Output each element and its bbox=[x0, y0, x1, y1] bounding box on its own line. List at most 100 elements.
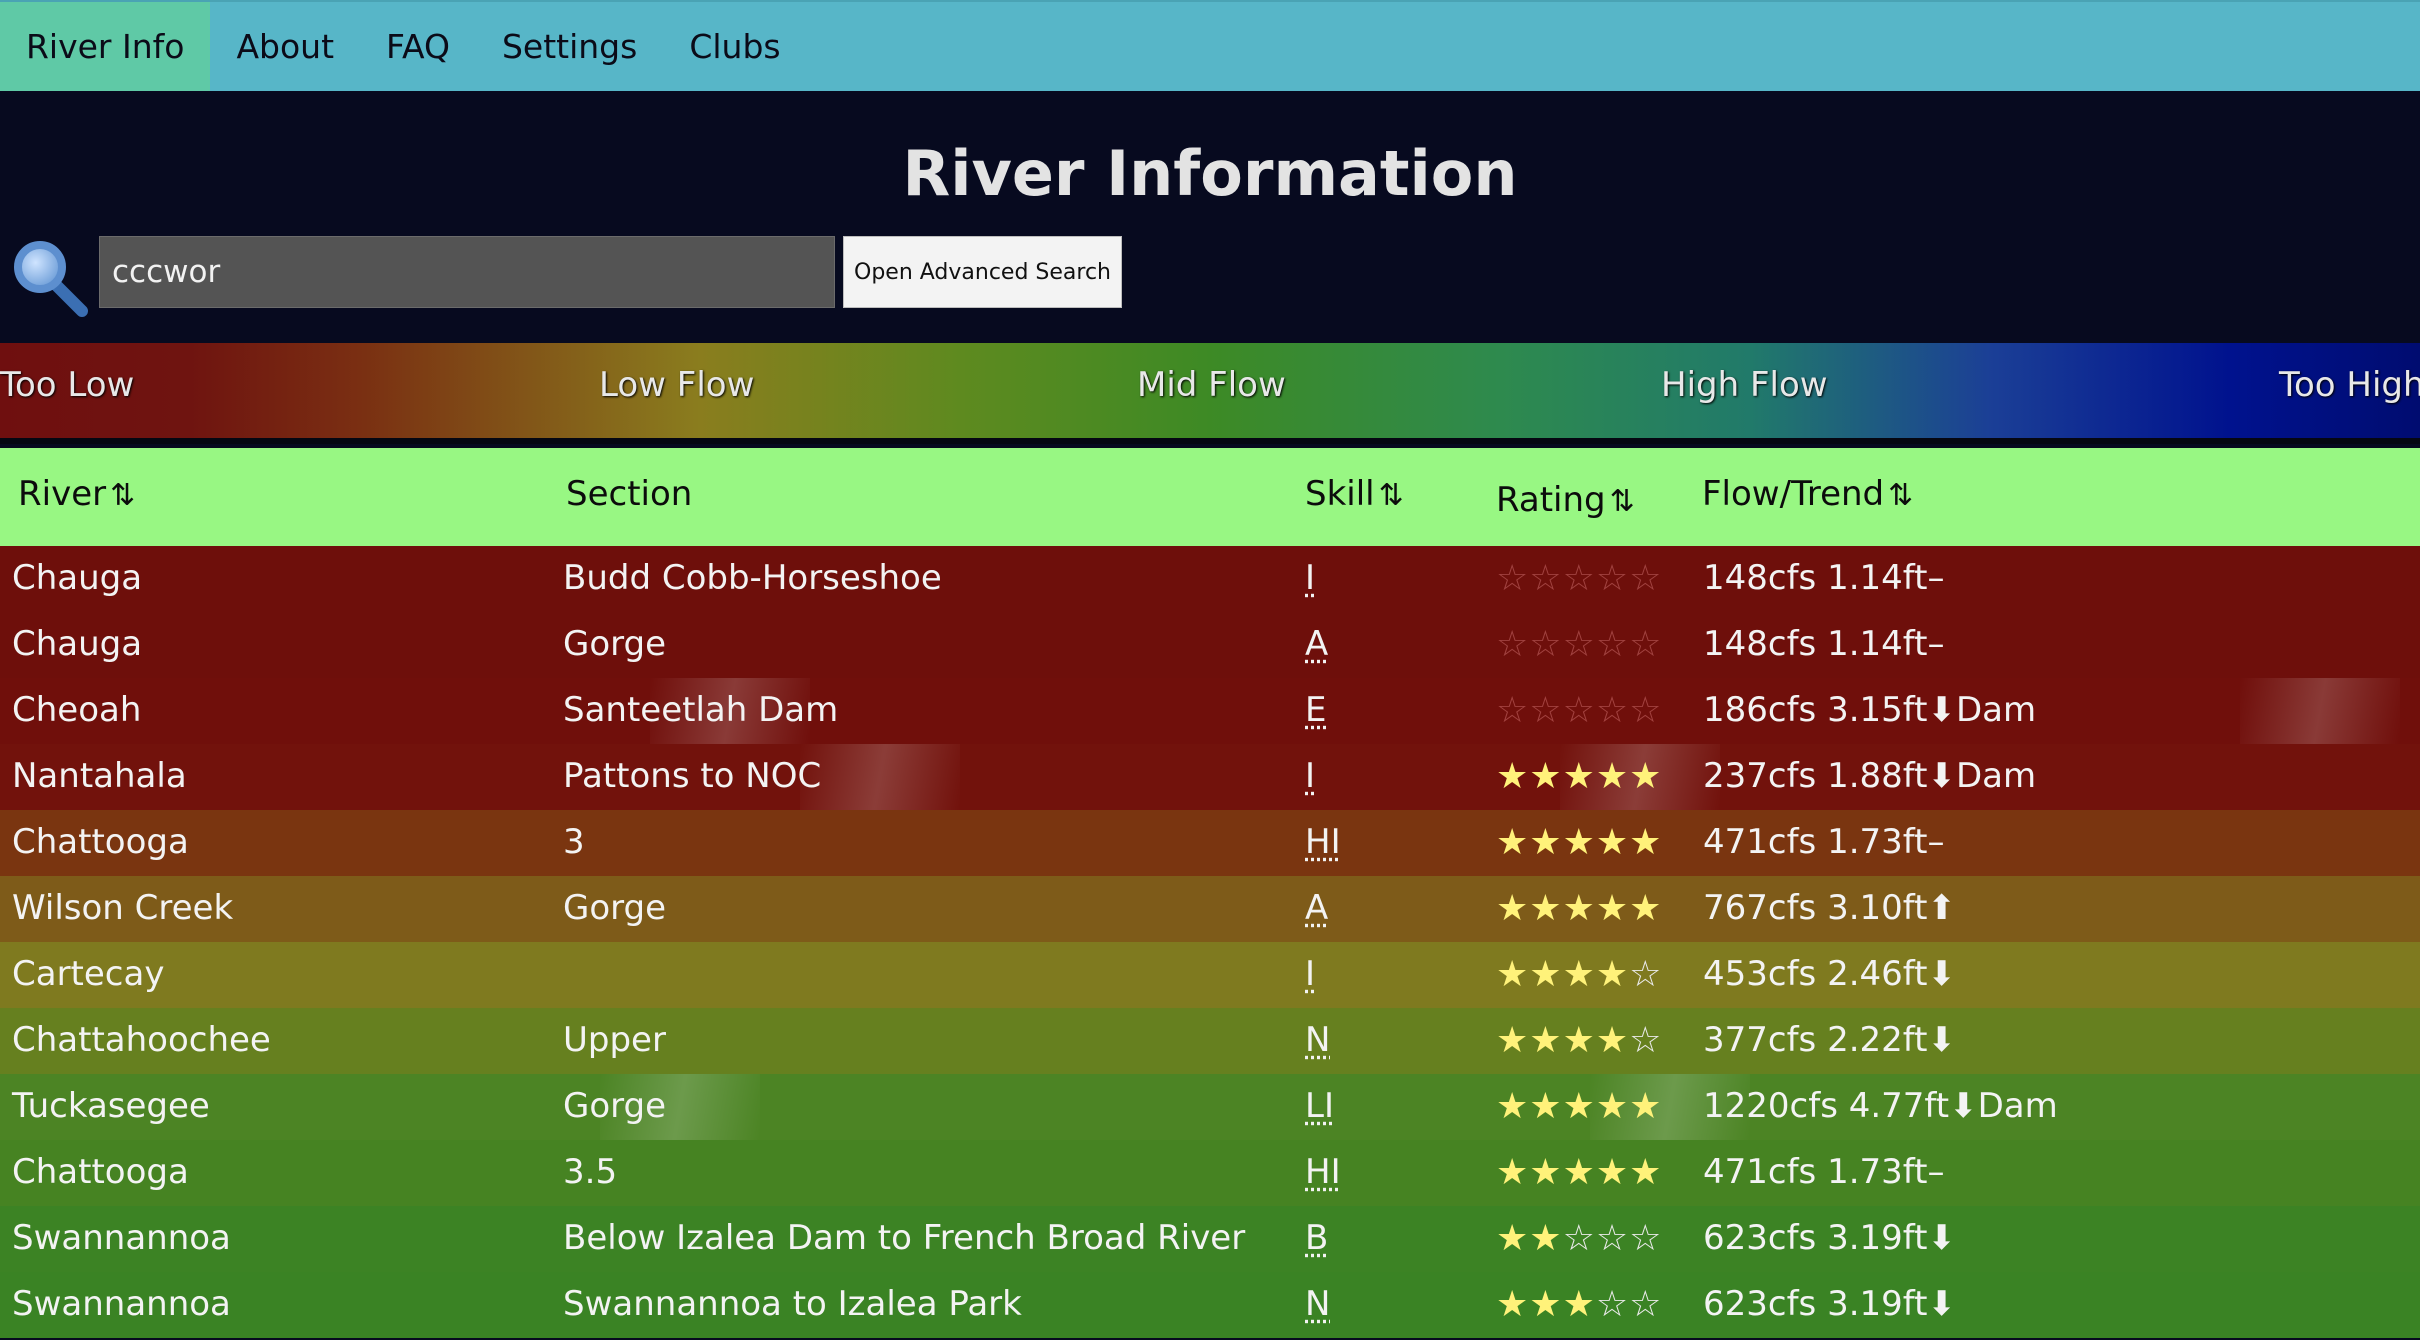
skill-code[interactable]: HI bbox=[1305, 822, 1341, 862]
table-row[interactable]: Chauga Gorge A ☆☆☆☆☆ 148cfs 1.14ft– bbox=[0, 612, 2420, 678]
table-row[interactable]: Wilson Creek Gorge A ★★★★★ 767cfs 3.10ft⬆ bbox=[0, 876, 2420, 942]
table-header: River ⇅ Section Skill ⇅ Rating ⇅ Flow/Trend… bbox=[0, 448, 2420, 546]
star-filled-icon: ★ bbox=[1529, 1020, 1563, 1061]
river-name[interactable]: Cheoah bbox=[12, 690, 141, 730]
open-advanced-search-button[interactable]: Open Advanced Search bbox=[843, 236, 1122, 308]
star-filled-icon: ★ bbox=[1496, 1086, 1530, 1127]
legend-mid-flow: Mid Flow bbox=[1137, 365, 1286, 405]
star-filled-icon: ★ bbox=[1562, 756, 1596, 797]
header-skill[interactable]: Skill ⇅ bbox=[1305, 474, 1404, 514]
star-rating: ★★★★☆ bbox=[1496, 1020, 1662, 1061]
star-empty-icon: ☆ bbox=[1595, 1284, 1630, 1325]
nav-settings[interactable]: Settings bbox=[476, 2, 663, 91]
star-filled-icon: ★ bbox=[1629, 756, 1663, 797]
star-empty-icon: ☆ bbox=[1496, 558, 1530, 599]
star-empty-icon: ☆ bbox=[1529, 624, 1563, 665]
river-name[interactable]: Swannannoa bbox=[12, 1284, 231, 1324]
table-row[interactable]: Swannannoa Below Izalea Dam to French Bro… bbox=[0, 1206, 2420, 1272]
river-name[interactable]: Swannannoa bbox=[12, 1218, 231, 1258]
trend-icon: – bbox=[1927, 624, 1945, 664]
table-row[interactable]: Chauga Budd Cobb-Horseshoe I ☆☆☆☆☆ 148cfs 1.… bbox=[0, 546, 2420, 612]
search-input[interactable] bbox=[99, 236, 835, 308]
flow-value: 623cfs 3.19ft bbox=[1703, 1218, 1928, 1258]
table-row[interactable]: Nantahala Pattons to NOC I ★★★★★ 237cfs 1.88… bbox=[0, 744, 2420, 810]
table-row[interactable]: Tuckasegee Gorge LI ★★★★★ 1220cfs 4.77ft⬇Dam bbox=[0, 1074, 2420, 1140]
star-empty-icon: ☆ bbox=[1629, 954, 1663, 995]
legend-too-low: Too Low bbox=[0, 365, 135, 405]
nav-clubs[interactable]: Clubs bbox=[663, 2, 806, 91]
star-filled-icon: ★ bbox=[1529, 1152, 1563, 1193]
flow-trend: 471cfs 1.73ft– bbox=[1703, 822, 1945, 862]
nav-river-info[interactable]: River Info bbox=[0, 2, 211, 91]
section-name: Budd Cobb-Horseshoe bbox=[563, 558, 942, 598]
table-row[interactable]: Swannannoa Swannannoa to Izalea Park N ★★★☆… bbox=[0, 1272, 2420, 1338]
skill-code[interactable]: LI bbox=[1305, 1086, 1334, 1126]
section-name: Gorge bbox=[563, 1086, 667, 1126]
table-body: Chauga Budd Cobb-Horseshoe I ☆☆☆☆☆ 148cfs 1.… bbox=[0, 546, 2420, 1338]
star-empty-icon: ☆ bbox=[1595, 1218, 1630, 1259]
header-river[interactable]: River ⇅ bbox=[18, 474, 135, 514]
skill-code[interactable]: E bbox=[1305, 690, 1326, 730]
flow-value: 471cfs 1.73ft bbox=[1703, 1152, 1928, 1192]
star-filled-icon: ★ bbox=[1629, 822, 1663, 863]
skill-code[interactable]: N bbox=[1305, 1020, 1330, 1060]
star-rating: ★★★★★ bbox=[1496, 888, 1662, 929]
row-sheen bbox=[2240, 678, 2400, 744]
skill-code[interactable]: B bbox=[1305, 1218, 1328, 1258]
sort-icon: ⇅ bbox=[110, 478, 136, 513]
skill-code[interactable]: A bbox=[1305, 888, 1328, 928]
flow-trend: 377cfs 2.22ft⬇ bbox=[1703, 1020, 1956, 1060]
table-row[interactable]: Cartecay I ★★★★☆ 453cfs 2.46ft⬇ bbox=[0, 942, 2420, 1008]
flow-trend: 148cfs 1.14ft– bbox=[1703, 624, 1945, 664]
river-name[interactable]: Cartecay bbox=[12, 954, 164, 994]
star-filled-icon: ★ bbox=[1529, 1218, 1563, 1259]
flow-value: 237cfs 1.88ft bbox=[1703, 756, 1928, 796]
star-filled-icon: ★ bbox=[1529, 1284, 1563, 1325]
skill-code[interactable]: I bbox=[1305, 954, 1315, 994]
star-empty-icon: ☆ bbox=[1496, 624, 1530, 665]
star-filled-icon: ★ bbox=[1496, 888, 1530, 929]
river-name[interactable]: Nantahala bbox=[12, 756, 187, 796]
section-name: Santeetlah Dam bbox=[563, 690, 839, 730]
dam-label: Dam bbox=[1977, 1086, 2058, 1126]
skill-code[interactable]: HI bbox=[1305, 1152, 1341, 1192]
river-name[interactable]: Chauga bbox=[12, 558, 142, 598]
header-flow-trend[interactable]: Flow/Trend ⇅ bbox=[1702, 474, 1913, 514]
sort-icon: ⇅ bbox=[1888, 478, 1914, 513]
nav-faq[interactable]: FAQ bbox=[360, 2, 476, 91]
river-name[interactable]: Chattooga bbox=[12, 1152, 189, 1192]
table-row[interactable]: Cheoah Santeetlah Dam E ☆☆☆☆☆ 186cfs 3.15ft⬇… bbox=[0, 678, 2420, 744]
header-rating[interactable]: Rating ⇅ bbox=[1496, 480, 1635, 520]
river-name[interactable]: Tuckasegee bbox=[12, 1086, 210, 1126]
star-filled-icon: ★ bbox=[1496, 954, 1530, 995]
star-filled-icon: ★ bbox=[1595, 1020, 1630, 1061]
skill-code[interactable]: I bbox=[1305, 756, 1315, 796]
skill-code[interactable]: N bbox=[1305, 1284, 1330, 1324]
star-empty-icon: ☆ bbox=[1562, 690, 1596, 731]
skill-code[interactable]: I bbox=[1305, 558, 1315, 598]
flow-legend: Too Low Low Flow Mid Flow High Flow Too … bbox=[0, 343, 2420, 444]
trend-icon: ⬆ bbox=[1927, 888, 1957, 928]
skill-code[interactable]: A bbox=[1305, 624, 1328, 664]
star-filled-icon: ★ bbox=[1529, 822, 1563, 863]
star-filled-icon: ★ bbox=[1629, 1152, 1663, 1193]
trend-icon: ⬇ bbox=[1927, 690, 1957, 730]
legend-high-flow: High Flow bbox=[1661, 365, 1828, 405]
table-row[interactable]: Chattahoochee Upper N ★★★★☆ 377cfs 2.22ft⬇ bbox=[0, 1008, 2420, 1074]
table-row[interactable]: Chattooga 3.5 HI ★★★★★ 471cfs 1.73ft– bbox=[0, 1140, 2420, 1206]
river-name[interactable]: Chattahoochee bbox=[12, 1020, 271, 1060]
table-row[interactable]: Chattooga 3 HI ★★★★★ 471cfs 1.73ft– bbox=[0, 810, 2420, 876]
flow-trend: 1220cfs 4.77ft⬇Dam bbox=[1703, 1086, 2058, 1126]
legend-too-high: Too High bbox=[2279, 365, 2420, 405]
flow-trend: 767cfs 3.10ft⬆ bbox=[1703, 888, 1956, 928]
river-name[interactable]: Wilson Creek bbox=[12, 888, 233, 928]
nav-about[interactable]: About bbox=[210, 2, 360, 91]
star-filled-icon: ★ bbox=[1595, 888, 1630, 929]
search-icon[interactable] bbox=[10, 237, 90, 317]
section-name: Pattons to NOC bbox=[563, 756, 822, 796]
star-empty-icon: ☆ bbox=[1529, 558, 1563, 599]
river-name[interactable]: Chauga bbox=[12, 624, 142, 664]
river-name[interactable]: Chattooga bbox=[12, 822, 189, 862]
flow-trend: 623cfs 3.19ft⬇ bbox=[1703, 1218, 1956, 1258]
star-rating: ☆☆☆☆☆ bbox=[1496, 690, 1662, 731]
